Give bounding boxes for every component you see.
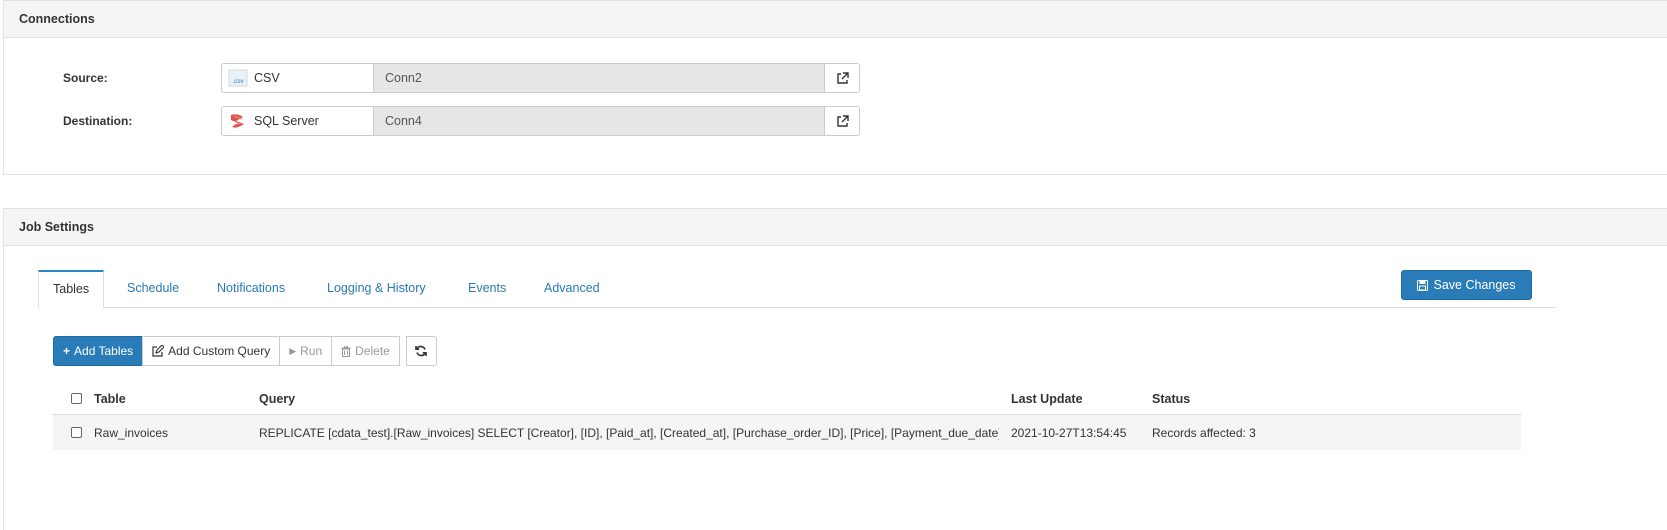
source-label: Source:: [63, 71, 108, 85]
source-connection-group: .csv CSV Conn2: [221, 63, 860, 93]
col-last-update[interactable]: Last Update: [1011, 383, 1083, 414]
tab-events[interactable]: Events: [468, 270, 506, 307]
destination-type-label: SQL Server: [254, 114, 319, 128]
tab-logging-history[interactable]: Logging & History: [327, 270, 426, 307]
svg-text:.csv: .csv: [232, 78, 244, 85]
tab-notifications[interactable]: Notifications: [217, 270, 285, 307]
col-table[interactable]: Table: [94, 383, 126, 414]
row-checkbox[interactable]: [71, 415, 82, 450]
connections-header: Connections: [4, 1, 1667, 38]
row-table-name[interactable]: Raw_invoices: [94, 415, 168, 450]
destination-label: Destination:: [63, 114, 133, 128]
delete-button[interactable]: Delete: [331, 336, 400, 366]
destination-open-button[interactable]: [825, 107, 859, 135]
save-changes-button[interactable]: Save Changes: [1401, 270, 1532, 300]
external-link-icon: [836, 71, 849, 84]
source-connection-name[interactable]: Conn2: [374, 64, 825, 92]
plus-icon: +: [63, 344, 71, 358]
job-settings-tabs: Tables Schedule Notifications Logging & …: [38, 270, 1555, 308]
source-open-button[interactable]: [825, 64, 859, 92]
external-link-icon: [836, 114, 849, 127]
tab-advanced[interactable]: Advanced: [544, 270, 600, 307]
destination-type: SQL Server: [222, 107, 374, 135]
trash-icon: [341, 345, 351, 357]
source-type: .csv CSV: [222, 64, 374, 92]
run-button[interactable]: ▶ Run: [279, 336, 333, 366]
select-all-checkbox[interactable]: [71, 383, 82, 414]
save-changes-label: Save Changes: [1433, 278, 1516, 292]
tables-grid: Table Query Last Update Status Raw_invoi…: [53, 383, 1521, 450]
table-row[interactable]: Raw_invoices REPLICATE [cdata_test].[Raw…: [53, 415, 1521, 450]
source-row: Source: .csv CSV Conn2: [4, 63, 904, 93]
row-last-update: 2021-10-27T13:54:45: [1011, 425, 1127, 440]
edit-icon: [152, 345, 165, 357]
sql-server-icon: [228, 111, 248, 131]
add-tables-button[interactable]: + Add Tables: [53, 336, 144, 366]
grid-header: Table Query Last Update Status: [53, 383, 1521, 415]
destination-connection-name[interactable]: Conn4: [374, 107, 825, 135]
row-query: REPLICATE [cdata_test].[Raw_invoices] SE…: [259, 425, 999, 440]
col-query[interactable]: Query: [259, 383, 295, 414]
col-status[interactable]: Status: [1152, 383, 1190, 414]
tab-schedule[interactable]: Schedule: [127, 270, 179, 307]
floppy-disk-icon: [1417, 279, 1429, 291]
csv-file-icon: .csv: [228, 68, 248, 88]
tables-toolbar: + Add Tables Add Custom Query ▶ Run Dele…: [53, 336, 437, 366]
source-type-label: CSV: [254, 71, 280, 85]
play-icon: ▶: [289, 345, 297, 356]
destination-connection-group: SQL Server Conn4: [221, 106, 860, 136]
tab-tables[interactable]: Tables: [38, 270, 105, 308]
add-custom-query-button[interactable]: Add Custom Query: [142, 336, 281, 366]
refresh-button[interactable]: [405, 336, 437, 366]
connections-panel: Connections Source: .csv CSV Conn2 Desti…: [3, 0, 1667, 175]
job-settings-header: Job Settings: [4, 209, 1667, 246]
destination-row: Destination: SQL Server Conn4: [4, 106, 904, 136]
row-status: Records affected: 3: [1152, 425, 1256, 440]
refresh-icon: [415, 345, 428, 357]
job-settings-panel: Job Settings Tables Schedule Notificatio…: [3, 208, 1667, 530]
